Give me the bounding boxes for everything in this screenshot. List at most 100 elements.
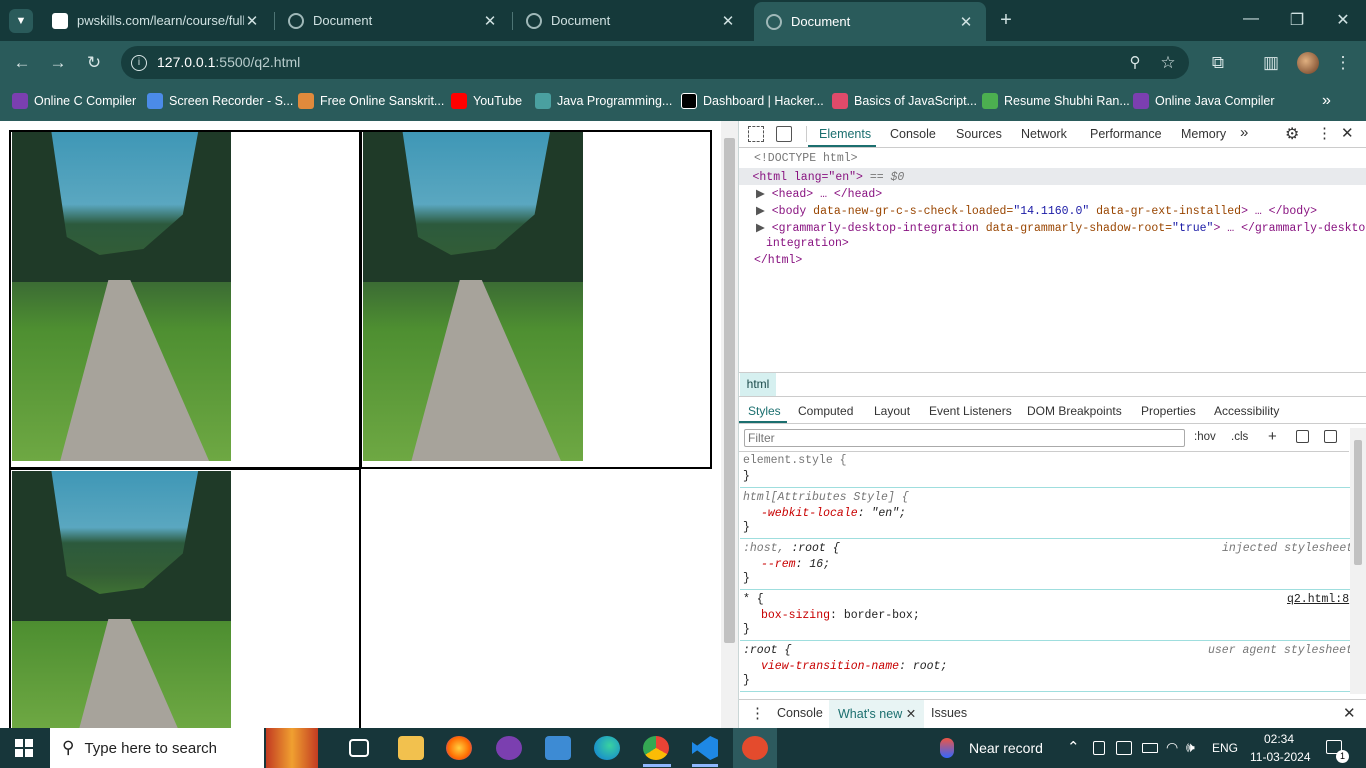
- rule-element-style-selector[interactable]: element.style {: [743, 454, 847, 467]
- zoom-icon[interactable]: ⚲: [1122, 50, 1148, 76]
- dom-html-close[interactable]: </html>: [754, 254, 802, 267]
- drawer-tab-whats-new[interactable]: What's new ✕: [829, 700, 925, 728]
- restore-icon[interactable]: ❐: [1282, 10, 1312, 30]
- weather-text[interactable]: Near record: [969, 740, 1043, 756]
- devtools-menu-icon[interactable]: ⋮: [1317, 124, 1332, 142]
- tab-memory[interactable]: Memory: [1181, 127, 1226, 141]
- bookmark-youtube[interactable]: YouTube: [451, 92, 522, 110]
- rule-attributes-style-selector[interactable]: html[Attributes Style] {: [743, 491, 909, 504]
- close-devtools-icon[interactable]: ✕: [1341, 124, 1354, 142]
- bookmark-star-icon[interactable]: ☆: [1155, 50, 1181, 76]
- taskbar-search-box[interactable]: ⚲ Type here to search: [50, 728, 264, 768]
- expand-triangle-icon[interactable]: ▶: [756, 188, 765, 201]
- rule-host-root-selector[interactable]: :host, :root {: [743, 542, 840, 555]
- back-icon[interactable]: ←: [9, 50, 35, 76]
- rule-source-link[interactable]: q2.html:8: [1287, 593, 1349, 606]
- bookmark-sanskrit[interactable]: Free Online Sanskrit...: [298, 92, 444, 110]
- app-mask-icon[interactable]: [496, 736, 522, 760]
- clock-time[interactable]: 02:34: [1264, 732, 1294, 746]
- rule-decl[interactable]: --rem: 16;: [761, 558, 830, 571]
- menu-icon[interactable]: ⋮: [1330, 50, 1356, 76]
- weather-icon[interactable]: [940, 738, 954, 758]
- close-tab-icon[interactable]: ✕: [720, 12, 736, 30]
- close-window-icon[interactable]: ✕: [1328, 10, 1358, 30]
- side-panel-icon[interactable]: ▥: [1258, 50, 1284, 76]
- volume-icon[interactable]: 🕪: [1186, 739, 1195, 756]
- drawer-menu-icon[interactable]: ⋮: [750, 704, 765, 722]
- url-text[interactable]: 127.0.0.1:5500/q2.html: [157, 54, 300, 70]
- tab-document-active[interactable]: Document ✕: [754, 2, 986, 41]
- rule-decl[interactable]: -webkit-locale: "en";: [761, 507, 906, 520]
- subtab-properties[interactable]: Properties: [1141, 404, 1196, 418]
- search-highlight-image[interactable]: [266, 728, 318, 768]
- tab-elements[interactable]: Elements: [819, 127, 871, 141]
- hov-toggle[interactable]: :hov: [1194, 431, 1216, 443]
- reload-icon[interactable]: ↻: [81, 50, 107, 76]
- dom-grammarly-node[interactable]: ▶ <grammarly-desktop-integration data-gr…: [756, 220, 1366, 235]
- drawer-tab-console[interactable]: Console: [777, 706, 823, 720]
- edge-icon[interactable]: [594, 736, 620, 760]
- drawer-tab-issues[interactable]: Issues: [931, 706, 967, 720]
- app-window-icon[interactable]: [545, 736, 571, 760]
- close-drawer-tab-icon[interactable]: ✕: [906, 707, 916, 721]
- styles-scrollbar[interactable]: [1350, 428, 1366, 694]
- battery-icon[interactable]: [1142, 743, 1158, 753]
- dom-doctype[interactable]: <!DOCTYPE html>: [754, 152, 858, 165]
- bookmark-online-java[interactable]: Online Java Compiler: [1133, 92, 1275, 110]
- tab-performance[interactable]: Performance: [1090, 127, 1162, 141]
- dom-html-node[interactable]: ⋯<html lang="en"> == $0: [741, 169, 904, 184]
- clock-date[interactable]: 11-03-2024: [1250, 750, 1311, 764]
- tab-pwskills[interactable]: pwskills.com/learn/course/full-s ✕: [40, 0, 272, 41]
- tray-icon-1[interactable]: [1093, 741, 1105, 755]
- subtab-computed[interactable]: Computed: [798, 404, 853, 418]
- rule-root-selector[interactable]: :root {: [743, 644, 791, 657]
- cls-toggle[interactable]: .cls: [1231, 431, 1248, 443]
- page-scrollbar[interactable]: [721, 121, 738, 728]
- device-toolbar-icon[interactable]: [776, 126, 792, 142]
- paint-brush-icon[interactable]: [1296, 430, 1309, 443]
- tab-document-2[interactable]: Document ✕: [514, 0, 748, 41]
- extensions-icon[interactable]: ⧉: [1205, 50, 1231, 76]
- profile-avatar[interactable]: [1297, 52, 1319, 74]
- tab-search-button[interactable]: ▼: [9, 9, 33, 33]
- settings-gear-icon[interactable]: ⚙: [1285, 124, 1299, 144]
- dom-body-node[interactable]: ▶ <body data-new-gr-c-s-check-loaded="14…: [756, 203, 1317, 218]
- bookmark-javascript[interactable]: Basics of JavaScript...: [832, 92, 977, 110]
- inspect-element-icon[interactable]: [748, 126, 764, 142]
- subtab-dom-breakpoints[interactable]: DOM Breakpoints: [1027, 404, 1122, 418]
- bookmark-java-programming[interactable]: Java Programming...: [535, 92, 672, 110]
- chrome-icon[interactable]: [643, 736, 669, 760]
- rule-decl[interactable]: box-sizing: border-box;: [761, 609, 920, 622]
- tray-icon-2[interactable]: [1116, 741, 1132, 755]
- close-tab-icon[interactable]: ✕: [482, 12, 498, 30]
- file-explorer-icon[interactable]: [398, 736, 424, 760]
- subtab-accessibility[interactable]: Accessibility: [1214, 404, 1279, 418]
- tab-sources[interactable]: Sources: [956, 127, 1002, 141]
- subtab-layout[interactable]: Layout: [874, 404, 910, 418]
- new-tab-button[interactable]: +: [994, 8, 1018, 32]
- breadcrumb-html[interactable]: html: [740, 373, 776, 396]
- firefox-icon[interactable]: [446, 736, 472, 760]
- app-red-icon[interactable]: [742, 736, 768, 760]
- forward-icon[interactable]: →: [45, 50, 71, 76]
- chevron-up-icon[interactable]: ⌃: [1067, 738, 1080, 756]
- site-info-icon[interactable]: i: [131, 55, 147, 71]
- expand-triangle-icon[interactable]: ▶: [756, 222, 765, 235]
- toggle-sidebar-icon[interactable]: [1324, 430, 1337, 443]
- expand-triangle-icon[interactable]: ▶: [756, 205, 765, 218]
- windows-start-icon[interactable]: [15, 739, 33, 757]
- styles-filter-input[interactable]: [744, 429, 1185, 447]
- more-bookmarks-icon[interactable]: »: [1322, 92, 1331, 110]
- bookmark-screen-recorder[interactable]: Screen Recorder - S...: [147, 92, 293, 110]
- bookmark-hackerrank[interactable]: Dashboard | Hacker...: [681, 92, 824, 110]
- close-tab-icon[interactable]: ✕: [244, 12, 260, 30]
- more-tabs-icon[interactable]: »: [1240, 124, 1248, 141]
- bookmark-online-c[interactable]: Online C Compiler: [12, 92, 136, 110]
- task-view-icon[interactable]: [349, 739, 369, 757]
- language-indicator[interactable]: ENG: [1212, 741, 1238, 755]
- subtab-styles[interactable]: Styles: [748, 404, 781, 418]
- new-rule-icon[interactable]: +: [1268, 428, 1277, 445]
- tab-console[interactable]: Console: [890, 127, 936, 141]
- rule-decl[interactable]: view-transition-name: root;: [761, 660, 947, 673]
- tab-document-1[interactable]: Document ✕: [276, 0, 510, 41]
